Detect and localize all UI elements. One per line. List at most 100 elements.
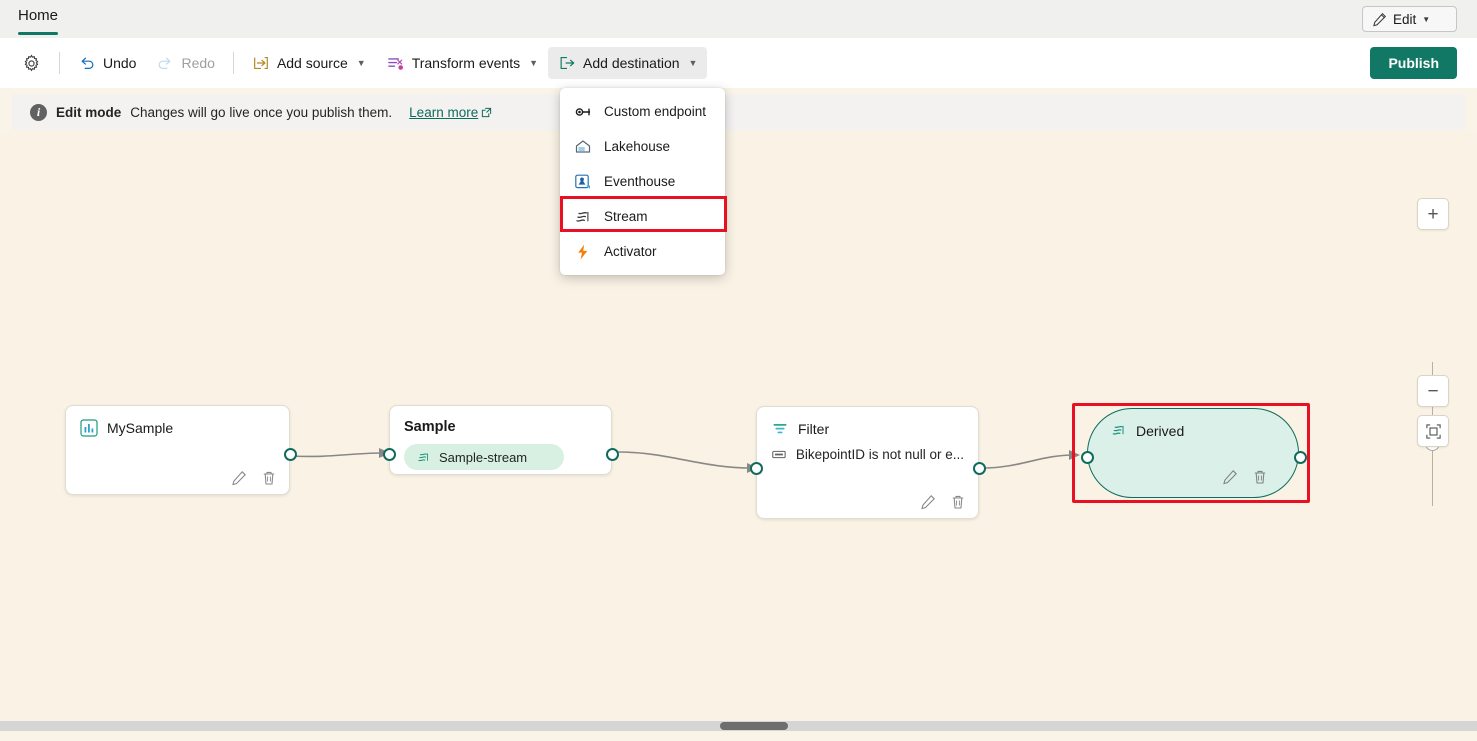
node-sample-stream-pill[interactable]: Sample-stream xyxy=(404,444,564,470)
learn-more-link[interactable]: Learn more xyxy=(409,105,492,120)
menu-item-eventhouse-label: Eventhouse xyxy=(604,174,675,189)
node-mysample-output-port[interactable] xyxy=(284,448,297,461)
pipeline-canvas[interactable]: MySample Sample xyxy=(0,131,1477,731)
add-destination-menu[interactable]: Custom endpoint Lakehouse Eventhouse xyxy=(560,88,725,275)
external-link-icon xyxy=(481,107,492,118)
undo-icon xyxy=(78,54,96,72)
connector-line xyxy=(292,453,384,456)
node-sample-title: Sample xyxy=(404,419,456,435)
chart-source-icon xyxy=(80,419,98,437)
menu-item-eventhouse[interactable]: Eventhouse xyxy=(560,164,725,199)
activator-icon xyxy=(574,243,592,261)
node-sample-header: Sample xyxy=(390,406,611,435)
horizontal-scrollbar-thumb[interactable] xyxy=(720,722,788,730)
info-icon: i xyxy=(30,104,47,121)
chevron-down-icon: ▼ xyxy=(357,58,366,68)
node-filter-condition-row: BikepointID is not null or e... xyxy=(757,438,978,463)
chevron-down-icon: ▼ xyxy=(689,58,698,68)
node-filter-title: Filter xyxy=(798,421,829,437)
pencil-icon[interactable] xyxy=(920,494,936,510)
connector-line xyxy=(617,452,752,468)
node-filter[interactable]: Filter BikepointID is not null or e... xyxy=(756,406,979,519)
pencil-icon[interactable] xyxy=(1222,469,1238,485)
command-bar: Undo Redo Add source ▼ Transform events … xyxy=(0,38,1477,88)
node-filter-actions xyxy=(920,494,966,510)
trash-icon[interactable] xyxy=(1252,469,1268,485)
toolbar-divider-2 xyxy=(233,52,234,74)
connector-line xyxy=(983,455,1074,468)
tab-strip: Home Edit ▼ xyxy=(0,0,1477,38)
gear-icon xyxy=(22,54,41,73)
add-destination-icon xyxy=(558,54,576,72)
zoom-in-button[interactable]: + xyxy=(1417,198,1449,230)
node-derived-actions xyxy=(1222,469,1268,485)
add-destination-button[interactable]: Add destination ▼ xyxy=(548,47,707,79)
eventhouse-icon xyxy=(574,173,592,191)
node-filter-output-port[interactable] xyxy=(973,462,986,475)
node-sample-output-port[interactable] xyxy=(606,448,619,461)
toolbar-divider-1 xyxy=(59,52,60,74)
stream-icon xyxy=(416,450,431,465)
menu-item-custom-endpoint[interactable]: Custom endpoint xyxy=(560,94,725,129)
redo-icon xyxy=(156,54,174,72)
node-filter-condition: BikepointID is not null or e... xyxy=(796,447,964,462)
edit-mode-button[interactable]: Edit ▼ xyxy=(1362,6,1457,32)
stream-icon xyxy=(1110,422,1127,439)
add-source-label: Add source xyxy=(277,55,348,71)
fit-to-screen-button[interactable] xyxy=(1417,415,1449,447)
edit-mode-message: Changes will go live once you publish th… xyxy=(130,105,392,120)
lakehouse-icon xyxy=(574,138,592,156)
add-source-button[interactable]: Add source ▼ xyxy=(242,47,376,79)
menu-item-activator[interactable]: Activator xyxy=(560,234,725,269)
menu-item-stream-label: Stream xyxy=(604,209,648,224)
menu-item-lakehouse[interactable]: Lakehouse xyxy=(560,129,725,164)
publish-label: Publish xyxy=(1388,55,1439,71)
pencil-icon[interactable] xyxy=(231,470,247,486)
menu-item-custom-endpoint-label: Custom endpoint xyxy=(604,104,706,119)
trash-icon[interactable] xyxy=(261,470,277,486)
filter-icon xyxy=(771,420,789,438)
zoom-out-label: − xyxy=(1427,382,1438,401)
add-destination-label: Add destination xyxy=(583,55,680,71)
node-filter-input-port[interactable] xyxy=(750,462,763,475)
menu-item-lakehouse-label: Lakehouse xyxy=(604,139,670,154)
fit-to-screen-icon xyxy=(1425,423,1442,440)
learn-more-label: Learn more xyxy=(409,105,478,120)
transform-events-icon xyxy=(386,54,405,73)
chevron-down-icon: ▼ xyxy=(529,58,538,68)
redo-button[interactable]: Redo xyxy=(146,47,224,79)
zoom-in-label: + xyxy=(1427,205,1438,224)
field-icon xyxy=(771,446,787,463)
publish-button[interactable]: Publish xyxy=(1370,47,1457,79)
horizontal-scrollbar-track[interactable] xyxy=(0,721,1477,731)
settings-button[interactable] xyxy=(12,47,51,79)
node-sample-pill-label: Sample-stream xyxy=(439,450,527,465)
menu-item-stream[interactable]: Stream xyxy=(560,199,725,234)
tab-home-label: Home xyxy=(18,7,58,24)
node-derived-input-port[interactable] xyxy=(1081,451,1094,464)
stream-icon xyxy=(574,208,592,226)
node-mysample-actions xyxy=(231,470,277,486)
node-sample-input-port[interactable] xyxy=(383,448,396,461)
connector-arrow xyxy=(1069,450,1080,460)
node-derived[interactable]: Derived xyxy=(1087,408,1299,498)
node-filter-header: Filter xyxy=(757,407,978,438)
transform-events-button[interactable]: Transform events ▼ xyxy=(376,47,548,79)
add-source-icon xyxy=(252,54,270,72)
transform-events-label: Transform events xyxy=(412,55,520,71)
node-sample[interactable]: Sample Sample-stream xyxy=(389,405,612,475)
node-mysample[interactable]: MySample xyxy=(65,405,290,495)
pencil-icon xyxy=(1372,12,1387,27)
chevron-down-icon: ▼ xyxy=(1422,15,1430,24)
zoom-out-button[interactable]: − xyxy=(1417,375,1449,407)
node-mysample-header: MySample xyxy=(66,406,289,437)
edit-mode-info-bar: i Edit mode Changes will go live once yo… xyxy=(12,94,1465,130)
node-derived-output-port[interactable] xyxy=(1294,451,1307,464)
undo-label: Undo xyxy=(103,55,136,71)
tab-home[interactable]: Home xyxy=(0,0,76,38)
node-derived-header: Derived xyxy=(1088,409,1298,439)
undo-button[interactable]: Undo xyxy=(68,47,146,79)
node-derived-title: Derived xyxy=(1136,423,1184,439)
node-mysample-title: MySample xyxy=(107,420,173,436)
trash-icon[interactable] xyxy=(950,494,966,510)
